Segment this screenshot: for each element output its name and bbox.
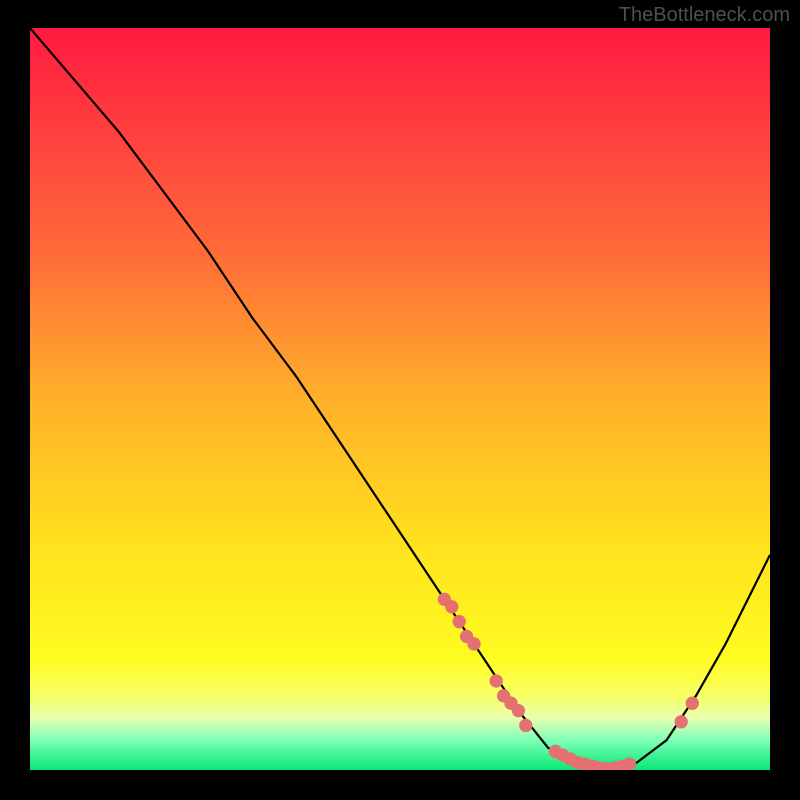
data-point — [623, 757, 636, 770]
data-point — [519, 719, 532, 732]
watermark-text: TheBottleneck.com — [619, 4, 790, 27]
data-point — [445, 600, 458, 613]
data-point — [686, 697, 699, 710]
figure-container: TheBottleneck.com — [0, 0, 800, 800]
plot-area — [30, 28, 770, 770]
data-point — [467, 637, 480, 650]
data-point — [453, 615, 466, 628]
marker-layer — [30, 28, 770, 770]
data-point — [490, 674, 503, 687]
data-point — [512, 704, 525, 717]
data-point — [675, 715, 688, 728]
